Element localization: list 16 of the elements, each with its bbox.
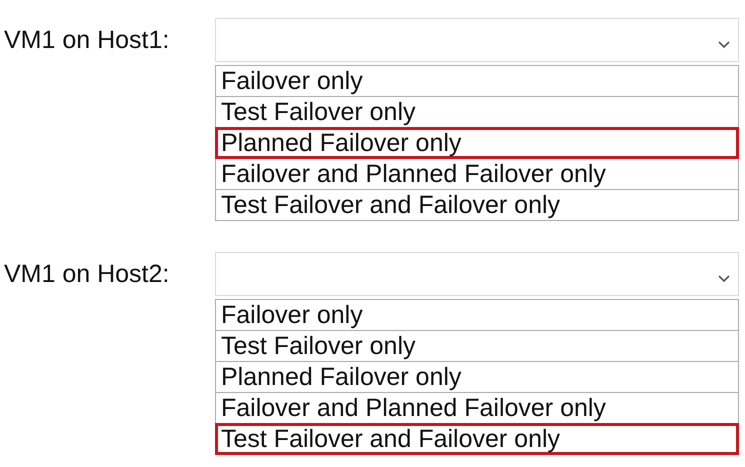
dropdown[interactable] (215, 18, 739, 62)
question-label: VM1 on Host1: (3, 26, 170, 54)
dropdown-option[interactable]: Test Failover only (215, 330, 739, 362)
question-label: VM1 on Host2: (3, 260, 170, 288)
dropdown[interactable] (215, 252, 739, 296)
dropdown-option[interactable]: Failover and Planned Failover only (215, 392, 739, 424)
dropdown-option[interactable]: Test Failover only (215, 96, 739, 128)
dropdown-option[interactable]: Test Failover and Failover only (215, 189, 739, 221)
dropdown-option[interactable]: Planned Failover only (215, 361, 739, 393)
chevron-down-icon (718, 41, 730, 49)
chevron-down-icon (718, 275, 730, 283)
dropdown-option[interactable]: Failover only (215, 299, 739, 331)
dropdown-option[interactable]: Planned Failover only (215, 127, 739, 159)
dropdown-option[interactable]: Failover and Planned Failover only (215, 158, 739, 190)
dropdown-option[interactable]: Test Failover and Failover only (215, 423, 739, 455)
dropdown-option[interactable]: Failover only (215, 65, 739, 97)
